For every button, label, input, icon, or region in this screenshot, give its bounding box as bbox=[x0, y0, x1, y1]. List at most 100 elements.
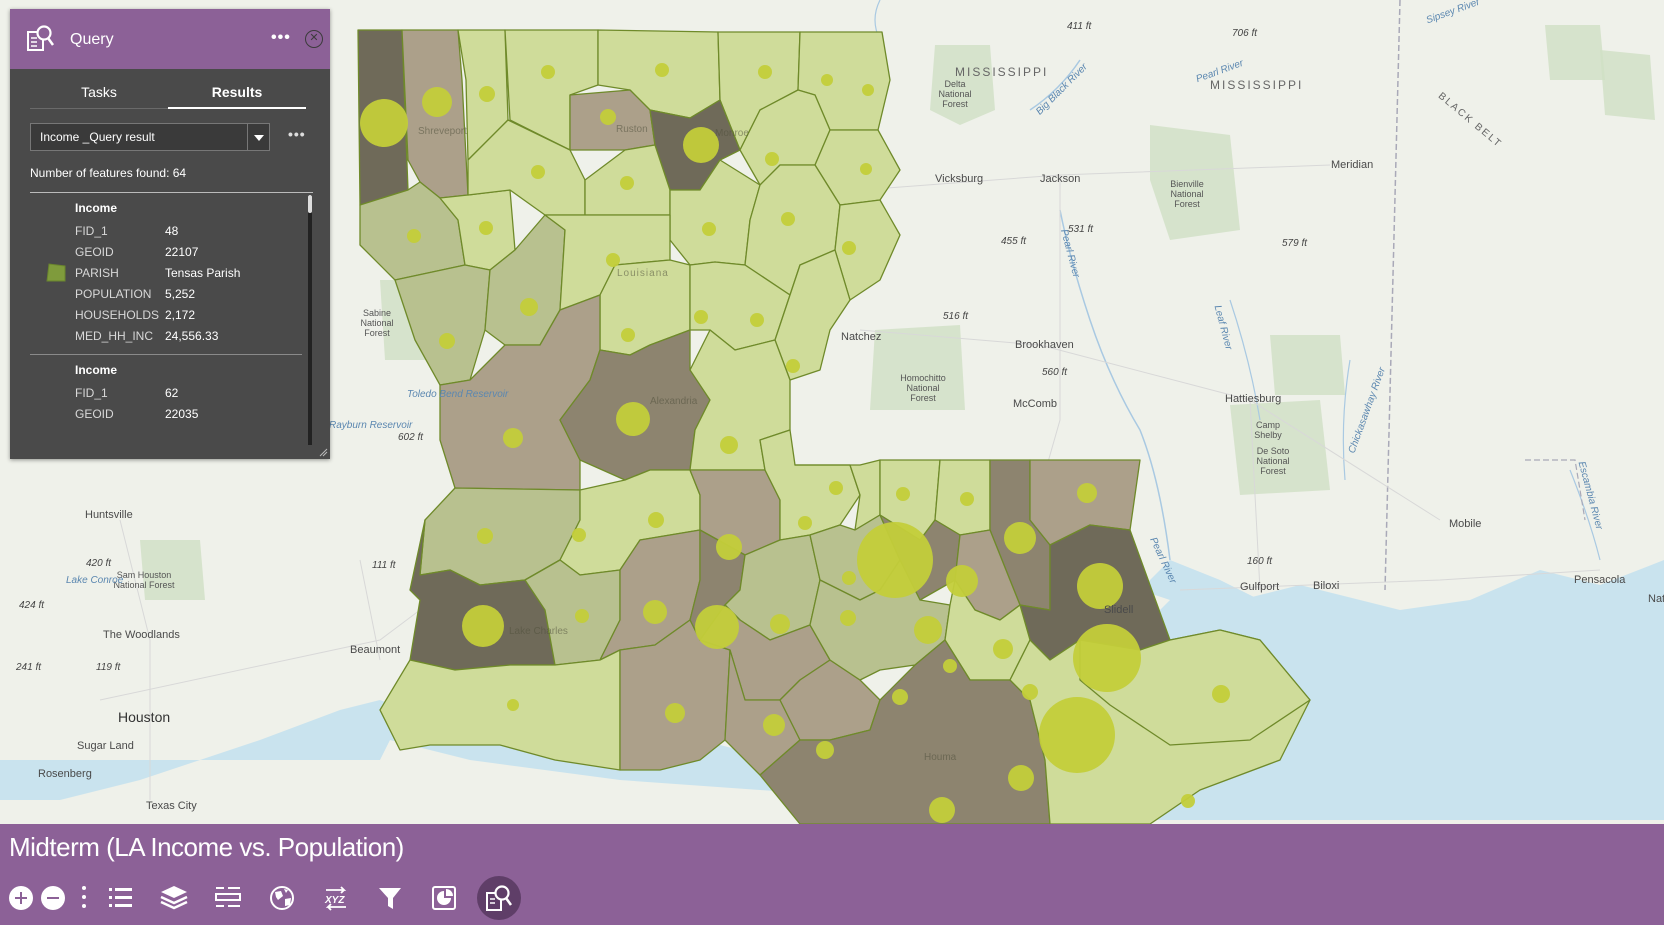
map-label-city: Houma bbox=[924, 752, 957, 763]
map-label-elevation: 241 ft bbox=[16, 662, 42, 673]
attribute-row: HOUSEHOLDS 2,172 bbox=[75, 308, 302, 324]
attribute-value: 22107 bbox=[165, 245, 199, 259]
map-label-city: Jackson bbox=[1040, 173, 1081, 185]
query-result-select[interactable]: Income _Query result bbox=[30, 123, 270, 151]
close-icon[interactable]: ✕ bbox=[305, 30, 323, 48]
map-label-state: MISSISSIPPI bbox=[955, 65, 1049, 79]
map-label-elevation: 516 ft bbox=[943, 311, 969, 322]
query-button[interactable] bbox=[481, 880, 517, 916]
attribute-value: 5,252 bbox=[165, 287, 196, 301]
result-item[interactable]: Income FID_1 48 GEOID 22107 PARISH Tensa… bbox=[30, 195, 302, 355]
results-scrollbar[interactable] bbox=[308, 195, 312, 445]
map-label-city: Mobile bbox=[1449, 518, 1482, 530]
map-label-state: Louisiana bbox=[617, 268, 669, 279]
chart-button[interactable] bbox=[426, 880, 462, 916]
attribute-row: GEOID 22035 bbox=[75, 407, 302, 423]
map-label-forest: Sabine National Forest bbox=[360, 308, 394, 338]
attribute-row: MED_HH_INC 24,556.33 bbox=[75, 329, 302, 345]
attribute-key: HOUSEHOLDS bbox=[75, 308, 160, 322]
attribute-value: 24,556.33 bbox=[165, 329, 219, 343]
map-label-city: The Woodlands bbox=[103, 629, 180, 641]
attribute-key: PARISH bbox=[75, 266, 119, 280]
svg-text:XYZ: XYZ bbox=[324, 895, 345, 906]
map-label-forest: Camp Shelby bbox=[1254, 420, 1282, 440]
attribute-key: FID_1 bbox=[75, 224, 108, 238]
map-label-city: Beaumont bbox=[350, 644, 401, 656]
map-label-elevation: 560 ft bbox=[1042, 367, 1068, 378]
map-label-elevation: 111 ft bbox=[372, 560, 396, 571]
attribute-table-icon bbox=[215, 887, 241, 907]
result-item[interactable]: Income FID_1 62 GEOID 22035 bbox=[30, 355, 302, 445]
attribute-key: MED_HH_INC bbox=[75, 329, 154, 343]
map-label-elevation: 531 ft bbox=[1068, 224, 1094, 235]
map-label-city: Houston bbox=[118, 709, 171, 725]
attribute-value: 22035 bbox=[165, 407, 199, 421]
attribute-key: GEOID bbox=[75, 245, 114, 259]
chart-icon bbox=[432, 886, 456, 910]
scrollbar-thumb[interactable] bbox=[308, 195, 312, 213]
query-icon bbox=[486, 885, 513, 911]
map-label-city: Brookhaven bbox=[1015, 339, 1074, 351]
map-label-city: Texas City bbox=[146, 800, 197, 812]
map-label-city: Vicksburg bbox=[935, 173, 984, 185]
map-label-city: Alexandria bbox=[650, 396, 698, 407]
query-panel-header[interactable]: Query ••• ✕ bbox=[10, 9, 330, 69]
map-label-forest: Delta National Forest bbox=[938, 79, 972, 109]
panel-title: Query bbox=[70, 31, 114, 48]
parish-symbol-icon bbox=[46, 263, 66, 282]
layer-list-button[interactable] bbox=[156, 880, 192, 916]
map-label-city: Nat bbox=[1648, 593, 1664, 605]
map-label-city: Natchez bbox=[841, 331, 882, 343]
attribute-key: FID_1 bbox=[75, 386, 108, 400]
map-label-elevation: 160 ft bbox=[1247, 556, 1273, 567]
legend-icon bbox=[109, 888, 132, 907]
map-label-water: Toledo Bend Reservoir bbox=[407, 389, 509, 400]
map-label-elevation: 119 ft bbox=[96, 662, 121, 673]
map-label-city: Meridian bbox=[1331, 159, 1374, 171]
attribute-row: FID_1 48 bbox=[75, 224, 302, 240]
map-label-elevation: 411 ft bbox=[1067, 21, 1092, 32]
map-label-city: Gulfport bbox=[1240, 581, 1280, 593]
map-label-city: Shreveport bbox=[418, 126, 467, 137]
map-label-city: Huntsville bbox=[85, 509, 133, 521]
tab-tasks[interactable]: Tasks bbox=[30, 77, 168, 109]
attribute-table-button[interactable] bbox=[210, 880, 246, 916]
attribute-value: 2,172 bbox=[165, 308, 196, 322]
map-label-forest: Bienville National Forest bbox=[1170, 179, 1204, 209]
map-label-state: MISSISSIPPI bbox=[1210, 78, 1304, 92]
basemap-gallery-button[interactable] bbox=[264, 880, 300, 916]
query-panel: Query ••• ✕ Tasks Results Income _Query … bbox=[10, 9, 330, 459]
resize-grip-icon[interactable] bbox=[318, 447, 328, 457]
attribute-key: GEOID bbox=[75, 407, 114, 421]
map-label-elevation: 602 ft bbox=[398, 432, 424, 443]
globe-icon bbox=[270, 886, 294, 910]
divider bbox=[30, 192, 313, 193]
attribute-value: 62 bbox=[165, 386, 179, 400]
chevron-down-icon bbox=[247, 124, 269, 150]
layers-icon bbox=[160, 886, 188, 910]
toolbar-more-icon[interactable] bbox=[82, 886, 86, 910]
zoom-in-button[interactable] bbox=[9, 886, 33, 910]
tab-results[interactable]: Results bbox=[168, 77, 306, 109]
coordinate-button[interactable]: XYZ bbox=[318, 880, 354, 916]
map-label-city: Pensacola bbox=[1574, 574, 1626, 586]
filter-icon bbox=[379, 888, 401, 909]
map-title: Midterm (LA Income vs. Population) bbox=[9, 832, 404, 862]
panel-more-options-icon[interactable]: ••• bbox=[271, 29, 291, 47]
app-window: MISSISSIPPI MISSISSIPPI BLACK BELT Vicks… bbox=[0, 0, 1664, 925]
attribute-row: PARISH Tensas Parish bbox=[75, 266, 302, 282]
zoom-out-button[interactable] bbox=[41, 886, 65, 910]
attribute-value: Tensas Parish bbox=[165, 266, 241, 280]
legend-button[interactable] bbox=[102, 880, 138, 916]
result-options-icon[interactable]: ••• bbox=[288, 126, 306, 142]
filter-button[interactable] bbox=[372, 880, 408, 916]
map-label-city: Ruston bbox=[616, 124, 648, 135]
results-list[interactable]: Income FID_1 48 GEOID 22107 PARISH Tensa… bbox=[30, 195, 302, 445]
map-label-elevation: 455 ft bbox=[1001, 236, 1027, 247]
map-label-elevation: 424 ft bbox=[19, 600, 45, 611]
attribute-key: POPULATION bbox=[75, 287, 152, 301]
xyz-coordinates-icon: XYZ bbox=[324, 886, 347, 911]
map-label-water: Lake Conroe bbox=[66, 575, 124, 586]
map-label-forest: Homochitto National Forest bbox=[900, 373, 946, 403]
map-label-forest: De Soto National Forest bbox=[1256, 446, 1290, 476]
